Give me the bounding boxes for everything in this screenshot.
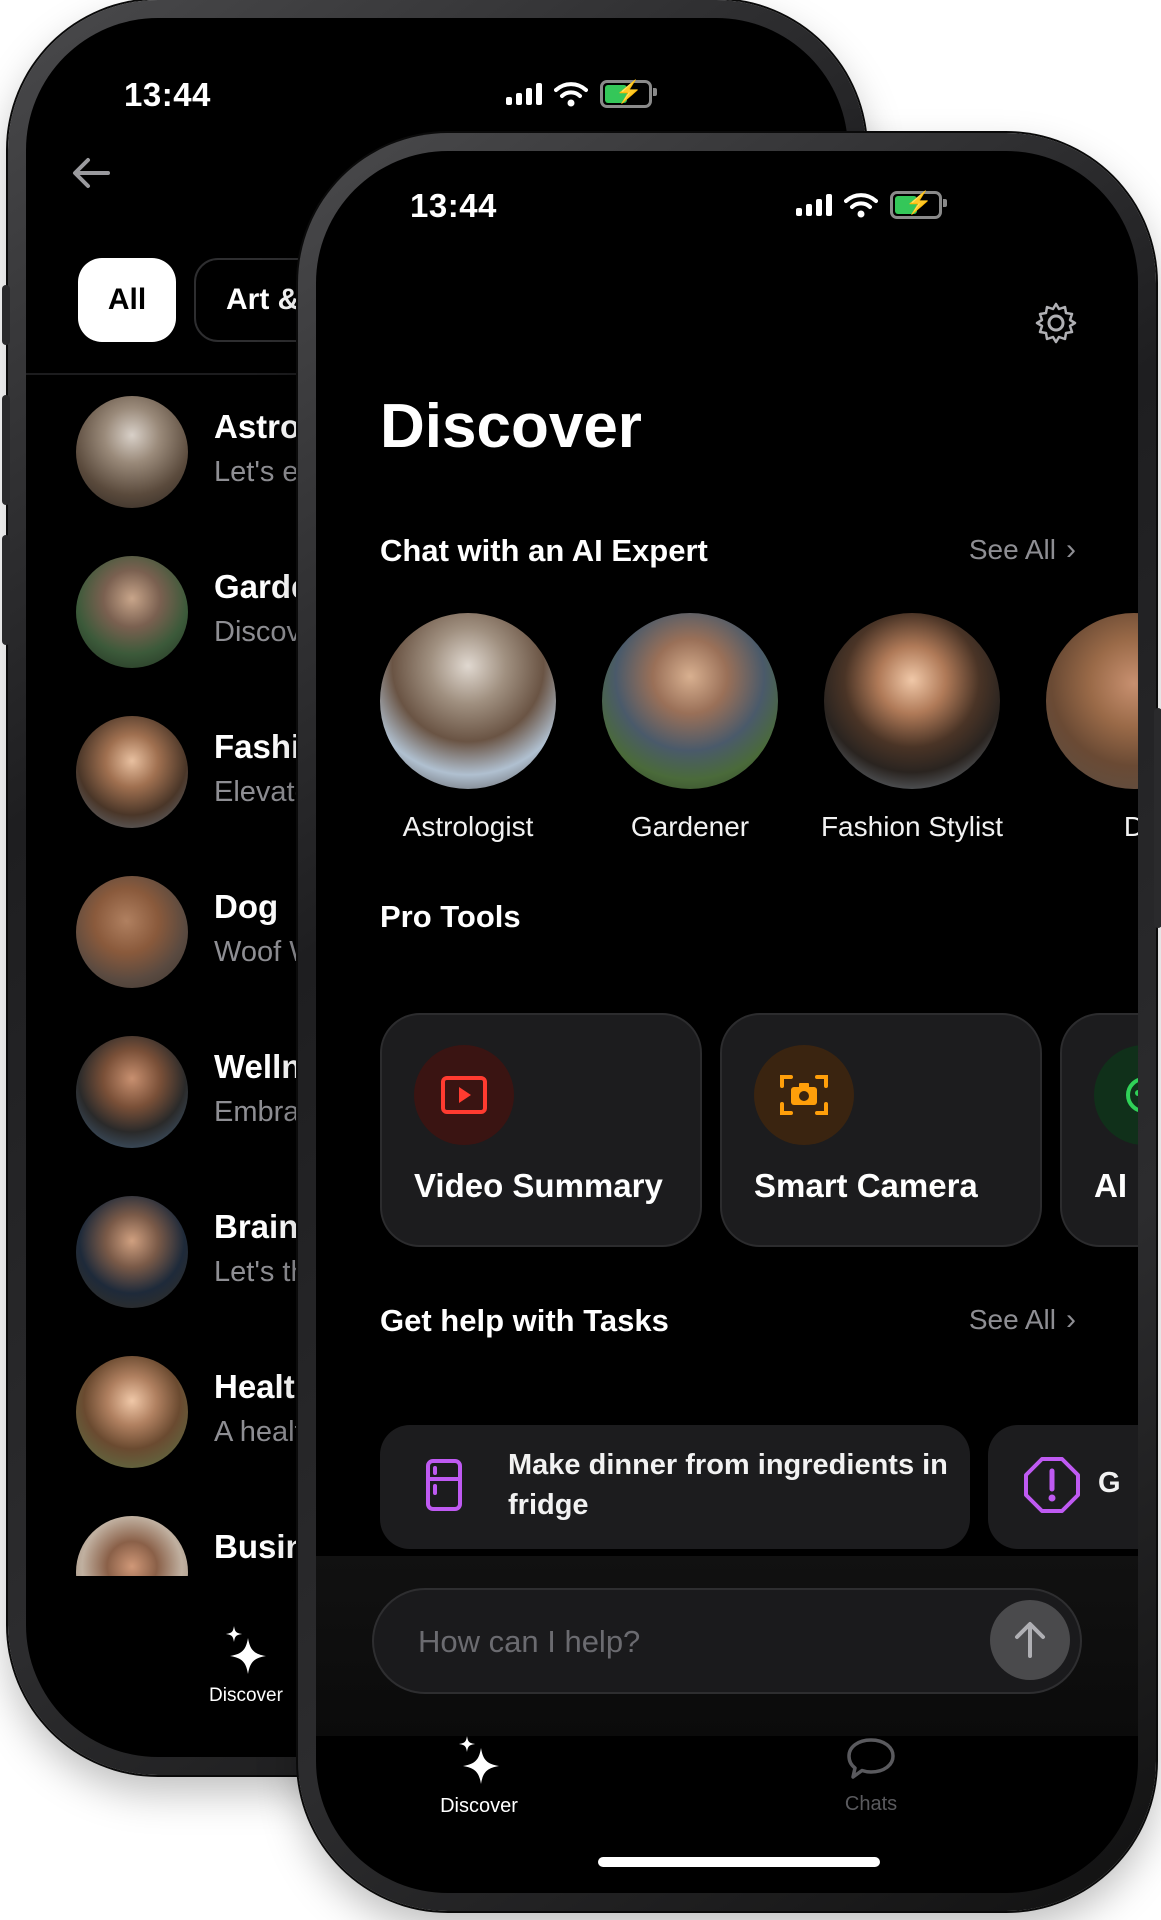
status-icons: ⚡ (796, 190, 947, 219)
avatar (76, 716, 188, 828)
avatar (602, 613, 778, 789)
tasks-section-title: Get help with Tasks (380, 1303, 669, 1338)
alert-icon (1024, 1457, 1080, 1513)
tool-card-ai[interactable]: AI (1060, 1013, 1138, 1247)
wifi-icon (844, 193, 878, 218)
volume-up-button (2, 395, 10, 505)
task-card-g[interactable]: G (988, 1425, 1138, 1549)
tab-discover[interactable]: Discover (186, 1626, 306, 1707)
battery-icon: ⚡ (600, 79, 657, 108)
tasks-see-all-link[interactable]: See All › (969, 1303, 1076, 1337)
avatar (76, 1036, 188, 1148)
fridge-icon (426, 1459, 462, 1511)
expert-card-dog[interactable]: D (1029, 613, 1138, 847)
arrow-up-icon (1015, 1622, 1045, 1658)
list-item-name: Dog (214, 888, 279, 925)
tool-label: AI (1094, 1167, 1127, 1204)
prompt-placeholder: How can I help? (418, 1624, 641, 1659)
battery-icon: ⚡ (890, 190, 947, 219)
sparkle-icon (226, 1626, 266, 1674)
filter-chip-all[interactable]: All (78, 258, 176, 342)
gear-icon[interactable] (1034, 301, 1078, 345)
tab-chats[interactable]: Chats (796, 1736, 946, 1816)
list-item-name: Astrol (214, 408, 310, 445)
avatar (76, 1516, 188, 1576)
task-label: G (1098, 1467, 1121, 1499)
experts-section-title: Chat with an AI Expert (380, 533, 708, 568)
volume-down-button (2, 535, 10, 645)
tab-label: Chats (844, 1793, 898, 1815)
list-item-subtitle: Elevate (214, 776, 311, 808)
tab-label: Discover (440, 1795, 518, 1817)
avatar (76, 1196, 188, 1308)
avatar (824, 613, 1000, 789)
task-label: Make dinner from ingredients in fridge (508, 1449, 948, 1521)
avatar (380, 613, 556, 789)
expert-label: Gardener (630, 811, 750, 842)
tab-bar: Discover Chats (316, 1736, 1138, 1836)
ai-icon (1094, 1045, 1138, 1145)
tab-label: Discover (209, 1685, 283, 1706)
video-play-icon (414, 1045, 514, 1145)
home-indicator (598, 1857, 880, 1867)
list-item-subtitle: Let's th (214, 1256, 307, 1288)
see-all-label: See All (968, 534, 1056, 565)
page-title: Discover (380, 392, 642, 461)
signal-icon (506, 83, 542, 105)
wifi-icon (554, 82, 588, 107)
chat-bubble-icon (847, 1738, 895, 1779)
tools-carousel: Video Summary Smart Camera AI (380, 1013, 1138, 1253)
front-screen: 13:44 ⚡ Discover Chat with an AI Expert … (316, 151, 1138, 1893)
back-arrow-icon[interactable] (68, 150, 114, 196)
chevron-right-icon: › (1066, 533, 1076, 566)
see-all-label: See All (968, 1304, 1056, 1335)
expert-card-fashion-stylist[interactable]: Fashion Stylist (807, 613, 1017, 847)
front-phone: 13:44 ⚡ Discover Chat with an AI Expert … (298, 133, 1161, 1911)
expert-card-astrologist[interactable]: Astrologist (380, 613, 573, 847)
status-icons: ⚡ (506, 79, 657, 108)
expert-label: D (1123, 811, 1138, 842)
experts-carousel: Astrologist Gardener Fashion Stylist D (380, 613, 1138, 913)
camera-icon (754, 1045, 854, 1145)
tool-card-smart-camera[interactable]: Smart Camera (720, 1013, 1042, 1247)
send-button[interactable] (990, 1600, 1070, 1680)
tab-discover[interactable]: Discover (404, 1736, 554, 1818)
status-time: 13:44 (124, 76, 211, 113)
avatar (76, 556, 188, 668)
tool-card-video-summary[interactable]: Video Summary (380, 1013, 702, 1247)
expert-card-gardener[interactable]: Gardener (585, 613, 795, 847)
avatar (76, 1356, 188, 1468)
list-item-subtitle: Discov (214, 616, 302, 648)
task-card-make-dinner[interactable]: Make dinner from ingredients in fridge (380, 1425, 970, 1549)
tool-label: Video Summary (414, 1167, 663, 1204)
avatar (76, 876, 188, 988)
power-button (1154, 708, 1161, 928)
experts-see-all-link[interactable]: See All › (969, 533, 1076, 567)
tool-label: Smart Camera (754, 1167, 978, 1204)
prompt-input[interactable]: How can I help? (372, 1588, 1082, 1694)
list-item-subtitle: A healt (214, 1416, 303, 1448)
chevron-right-icon: › (1066, 1303, 1076, 1336)
avatar (76, 396, 188, 508)
avatar (1046, 613, 1138, 789)
expert-label: Fashion Stylist (820, 811, 1004, 842)
expert-label: Astrologist (402, 811, 534, 842)
list-item-name: Garde (214, 568, 310, 605)
tools-section-title: Pro Tools (380, 899, 521, 934)
status-time: 13:44 (410, 187, 497, 224)
signal-icon (796, 194, 832, 216)
sparkle-icon (459, 1736, 499, 1784)
tasks-carousel: Make dinner from ingredients in fridge G (380, 1425, 1138, 1555)
side-button (2, 285, 10, 345)
